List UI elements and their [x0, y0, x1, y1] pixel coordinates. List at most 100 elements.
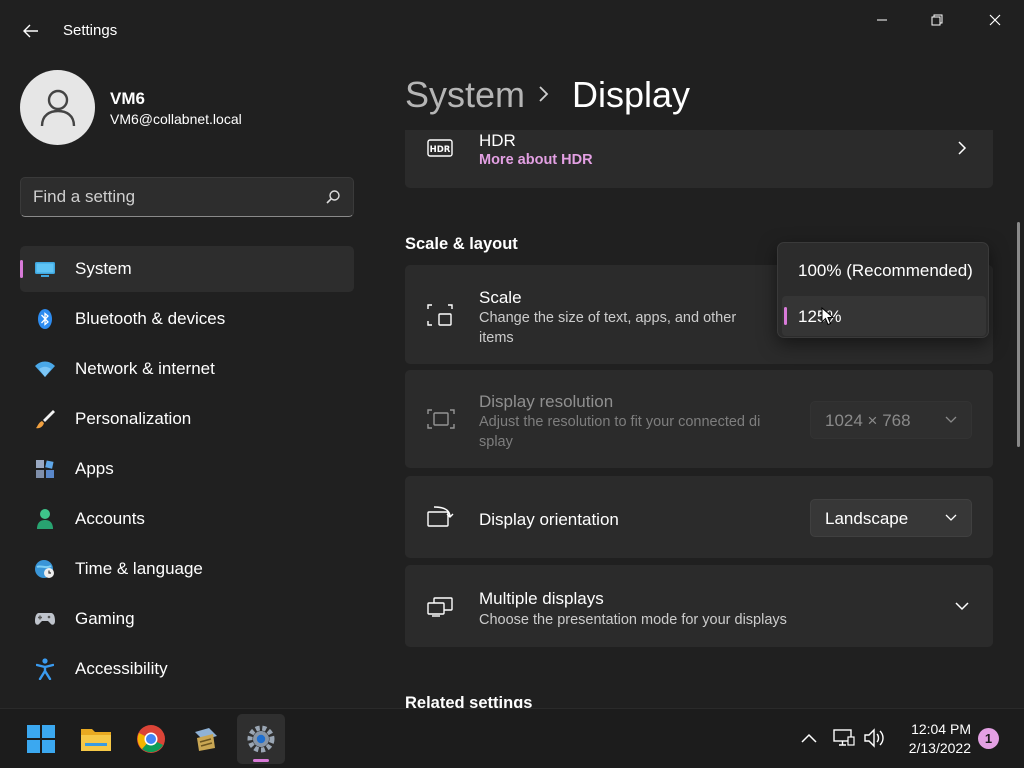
app-icon	[195, 728, 217, 751]
selected-indicator	[784, 307, 787, 325]
breadcrumb-parent[interactable]: System	[405, 74, 525, 116]
running-indicator	[253, 759, 269, 762]
file-explorer-icon	[81, 729, 111, 751]
volume-icon[interactable]	[863, 728, 885, 748]
gamepad-icon	[34, 608, 56, 630]
search-box[interactable]	[20, 177, 354, 217]
taskbar: 12:04 PM 2/13/2022 1	[0, 708, 1024, 768]
sidebar-item-bluetooth[interactable]: Bluetooth & devices	[20, 296, 354, 342]
back-arrow-icon	[23, 24, 38, 38]
chevron-right-icon	[539, 86, 549, 102]
mouse-cursor-icon	[821, 307, 834, 326]
resolution-title: Display resolution	[479, 392, 614, 411]
sidebar-item-label: Gaming	[75, 609, 135, 628]
sidebar-item-label: Personalization	[75, 409, 192, 428]
resolution-dropdown[interactable]: 1024 × 768	[810, 401, 972, 439]
wifi-icon	[34, 358, 56, 380]
taskbar-app[interactable]	[182, 714, 230, 764]
minimize-button[interactable]	[859, 4, 905, 36]
resolution-subtitle-line2: splay	[479, 434, 513, 450]
multiple-displays-icon	[427, 597, 453, 617]
taskbar-settings[interactable]	[237, 714, 285, 764]
content-scrollbar[interactable]	[1017, 222, 1020, 447]
scale-dropdown-menu: 100% (Recommended) 125%	[777, 242, 989, 338]
chevron-down-icon	[945, 514, 957, 521]
scale-option-100[interactable]: 100% (Recommended)	[782, 250, 986, 290]
clock-time[interactable]: 12:04 PM	[905, 721, 971, 737]
option-label: 125%	[798, 307, 842, 326]
sidebar-item-accounts[interactable]: Accounts	[20, 496, 354, 542]
multiple-displays-subtitle: Choose the presentation mode for your di…	[479, 612, 787, 628]
sidebar-item-label: Apps	[75, 459, 114, 478]
scale-title: Scale	[479, 288, 522, 307]
sidebar-item-label: Network & internet	[75, 359, 215, 378]
profile-name: VM6	[110, 89, 145, 108]
chrome-icon	[137, 725, 165, 753]
taskbar-file-explorer[interactable]	[72, 714, 120, 764]
close-icon	[989, 14, 1001, 26]
page-title: Display	[572, 74, 691, 115]
sidebar-item-label: Bluetooth & devices	[75, 309, 226, 328]
scale-subtitle-line2: items	[479, 330, 514, 346]
sidebar-item-label: Time & language	[75, 559, 203, 578]
search-button[interactable]	[325, 189, 341, 210]
sidebar-item-label: System	[75, 259, 132, 278]
section-title-scale-layout: Scale & layout	[405, 235, 518, 253]
hdr-more-link[interactable]: More about HDR	[479, 152, 593, 168]
scale-subtitle: Change the size of text, apps, and other	[479, 310, 737, 326]
hdr-card[interactable]: HDR HDR More about HDR	[405, 130, 993, 188]
chevron-down-icon	[955, 602, 969, 611]
bluetooth-icon	[34, 308, 56, 330]
close-button[interactable]	[972, 4, 1018, 36]
paintbrush-icon	[34, 408, 56, 430]
orientation-dropdown[interactable]: Landscape	[810, 499, 972, 537]
apps-icon	[34, 458, 56, 480]
accessibility-icon	[34, 658, 56, 680]
scale-option-125[interactable]: 125%	[782, 296, 986, 336]
app-title: Settings	[63, 22, 118, 39]
sidebar-item-network[interactable]: Network & internet	[20, 346, 354, 392]
sidebar-item-time-language[interactable]: Time & language	[20, 546, 354, 592]
clock-date[interactable]: 2/13/2022	[895, 740, 971, 756]
svg-text:HDR: HDR	[430, 145, 451, 155]
restore-icon	[931, 14, 943, 26]
option-label: 100% (Recommended)	[798, 261, 973, 280]
orientation-value: Landscape	[825, 509, 909, 528]
sidebar-item-gaming[interactable]: Gaming	[20, 596, 354, 642]
sidebar-item-personalization[interactable]: Personalization	[20, 396, 354, 442]
restore-button[interactable]	[914, 4, 960, 36]
sidebar-nav: System Bluetooth & devices Network & int…	[20, 246, 354, 696]
active-indicator	[20, 260, 23, 278]
chevron-up-icon[interactable]	[800, 732, 818, 744]
scale-icon	[427, 304, 453, 326]
orientation-icon	[427, 506, 454, 527]
notification-badge[interactable]: 1	[978, 728, 999, 749]
sidebar-item-label: Accessibility	[75, 659, 168, 678]
system-monitor-icon	[34, 258, 56, 280]
multiple-displays-card[interactable]: Multiple displays Choose the presentatio…	[405, 565, 993, 647]
taskbar-chrome[interactable]	[127, 714, 175, 764]
network-icon[interactable]	[833, 728, 855, 748]
search-input[interactable]	[33, 186, 313, 208]
sidebar-item-label: Accounts	[75, 509, 145, 528]
resolution-value: 1024 × 768	[825, 411, 911, 430]
person-icon	[34, 508, 56, 530]
profile-email: VM6@collabnet.local	[110, 111, 242, 127]
chevron-down-icon	[945, 416, 957, 423]
globe-clock-icon	[34, 558, 56, 580]
sidebar-item-system[interactable]: System	[20, 246, 354, 292]
hdr-title: HDR	[479, 131, 516, 150]
avatar[interactable]	[20, 70, 95, 145]
orientation-title: Display orientation	[479, 510, 619, 529]
sidebar-item-apps[interactable]: Apps	[20, 446, 354, 492]
person-avatar-icon	[40, 89, 75, 126]
resolution-icon	[427, 409, 455, 429]
minimize-icon	[877, 19, 887, 21]
chevron-right-icon	[958, 141, 967, 155]
settings-icon	[247, 725, 275, 753]
search-icon	[326, 190, 340, 204]
start-button[interactable]	[17, 714, 65, 764]
title-bar: Settings	[0, 0, 1024, 60]
back-button[interactable]	[14, 14, 48, 48]
sidebar-item-accessibility[interactable]: Accessibility	[20, 646, 354, 692]
